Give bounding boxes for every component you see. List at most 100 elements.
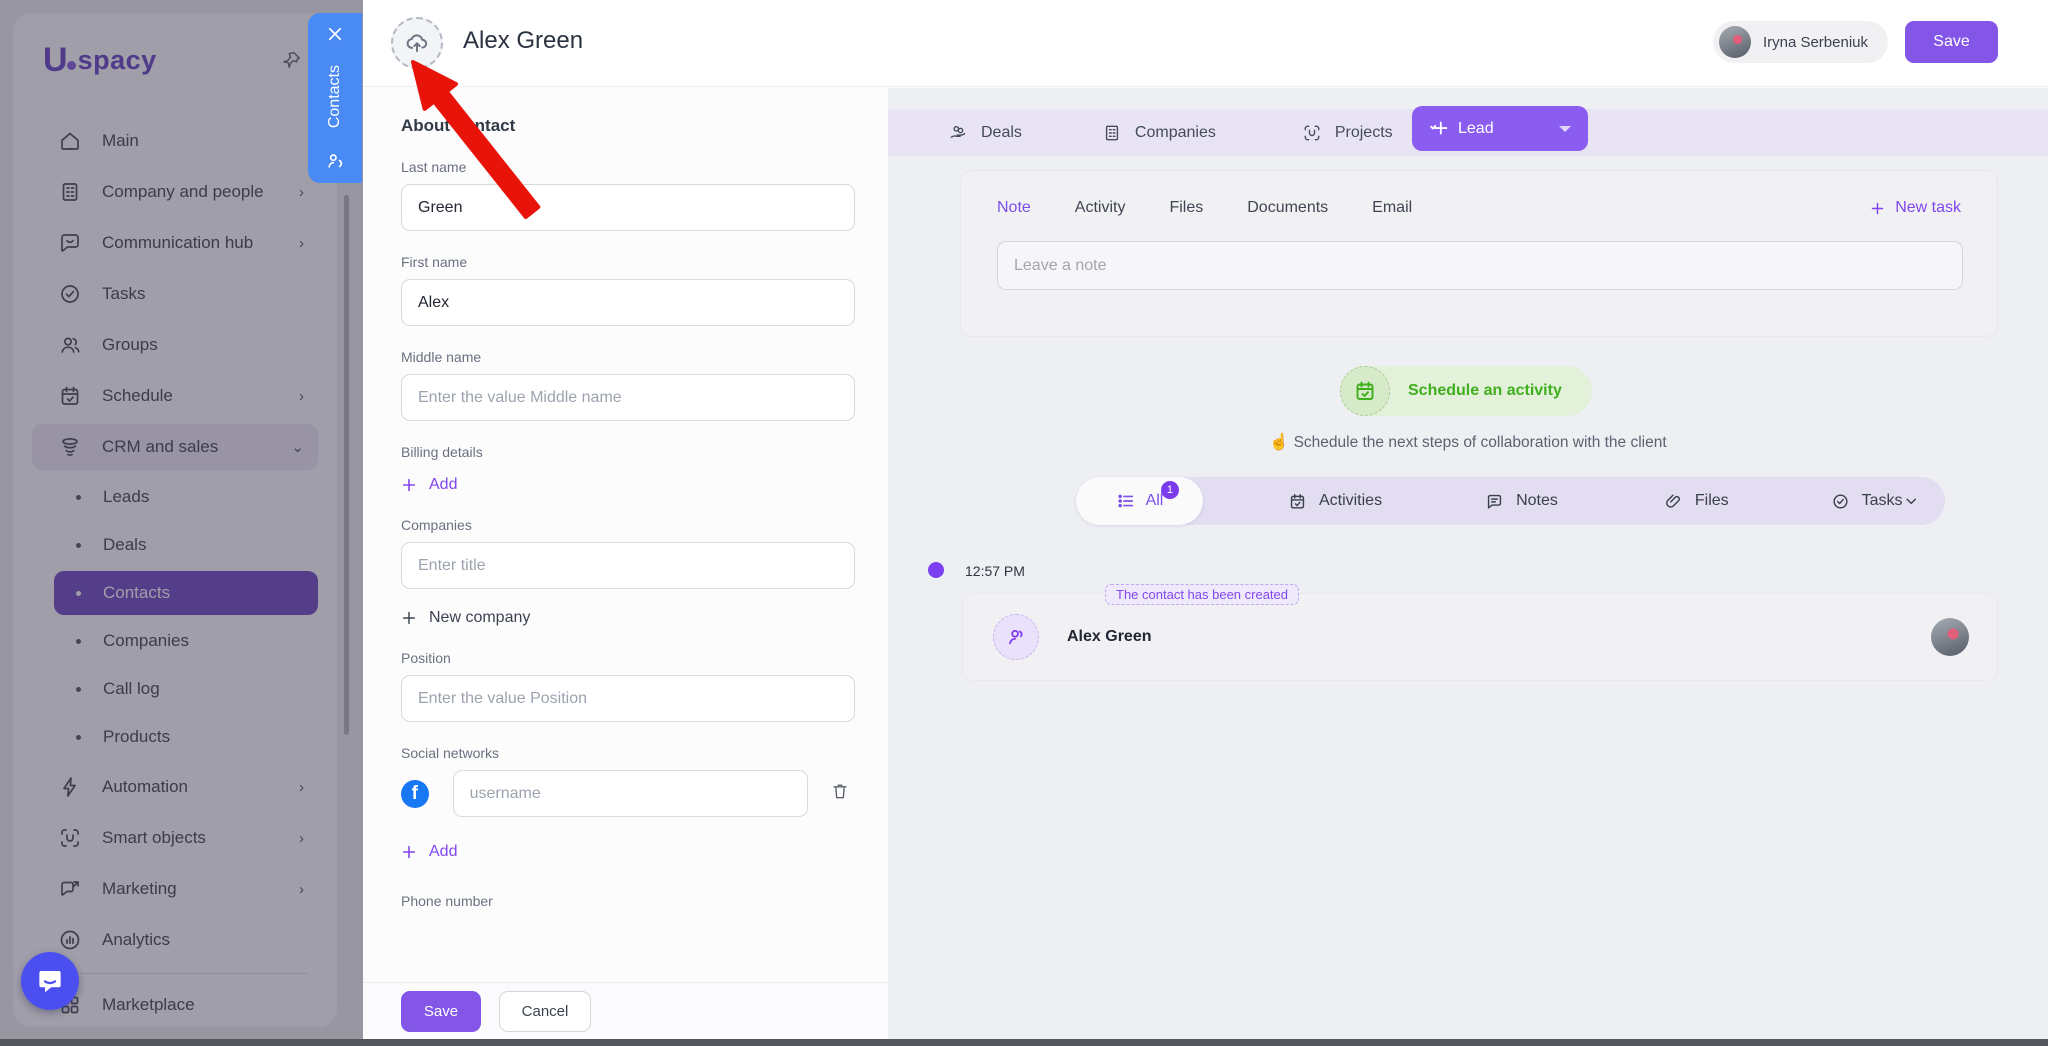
related-entities-strip: Deals Companies Projects Lead [888, 109, 2048, 156]
avatar-upload-button[interactable] [391, 17, 443, 69]
filter-tab-files[interactable]: Files [1664, 492, 1729, 511]
new-task-label: New task [1895, 199, 1961, 217]
close-icon[interactable] [326, 25, 344, 43]
add-billing-button[interactable]: Add [401, 476, 850, 494]
trash-icon [830, 781, 850, 801]
composer-tab-files[interactable]: Files [1169, 199, 1203, 217]
note-composer-card: Note Activity Files Documents Email New … [960, 170, 1998, 337]
tab-deals[interactable]: Deals [948, 123, 1022, 143]
projects-icon [1302, 123, 1322, 143]
delete-social-button[interactable] [830, 781, 850, 806]
billing-details-label: Billing details [401, 444, 850, 460]
calendar-check-circle [1340, 366, 1390, 416]
panel-topbar: Alex Green Iryna Serbeniuk Save [363, 0, 2048, 87]
calendar-icon [1288, 492, 1307, 511]
companies-field[interactable] [401, 542, 855, 589]
note-bubble-icon [1485, 492, 1504, 511]
contact-form: About contact Last name First name Middl… [363, 88, 888, 1040]
first-name-field[interactable] [401, 279, 855, 326]
form-cancel-button[interactable]: Cancel [499, 991, 591, 1032]
composer-tab-documents[interactable]: Documents [1247, 199, 1328, 217]
plus-icon [401, 844, 417, 860]
contacts-slideout-tab[interactable]: Contacts [308, 13, 362, 183]
filter-all-label: All [1146, 492, 1164, 510]
lead-button[interactable]: Lead [1412, 106, 1588, 151]
event-type-badge: The contact has been created [1105, 584, 1299, 605]
all-count-badge: 1 [1161, 481, 1179, 499]
composer-tab-note[interactable]: Note [997, 199, 1031, 217]
tab-projects[interactable]: Projects [1302, 123, 1393, 143]
timeline-filter-bar: All 1 Activities Notes Files Tasks [1076, 477, 1945, 525]
phone-number-label: Phone number [401, 893, 850, 909]
add-social-label: Add [429, 843, 457, 861]
current-user-chip[interactable]: Iryna Serbeniuk [1713, 21, 1888, 63]
form-save-button[interactable]: Save [401, 991, 481, 1032]
building-icon [1102, 123, 1122, 143]
tab-companies[interactable]: Companies [1102, 123, 1216, 143]
middle-name-label: Middle name [401, 349, 850, 365]
plus-icon [401, 610, 417, 626]
composer-tab-activity[interactable]: Activity [1075, 199, 1126, 217]
middle-name-field[interactable] [401, 374, 855, 421]
save-button[interactable]: Save [1905, 21, 1998, 63]
last-name-field[interactable] [401, 184, 855, 231]
filter-activities-label: Activities [1319, 492, 1382, 510]
timeline-dot [928, 562, 944, 578]
event-author-avatar [1931, 618, 1969, 656]
tab-projects-label: Projects [1335, 124, 1393, 142]
tab-companies-label: Companies [1135, 124, 1216, 142]
schedule-hint: ☝ Schedule the next steps of collaborati… [888, 432, 2048, 452]
lead-dropdown-caret[interactable] [1558, 124, 1572, 134]
filter-tab-tasks[interactable]: Tasks [1831, 492, 1903, 511]
user-avatar [1719, 26, 1751, 58]
contact-panel: Alex Green Iryna Serbeniuk Save About co… [363, 0, 2048, 1040]
page-title: Alex Green [463, 27, 583, 55]
timeline-time: 12:57 PM [965, 563, 1025, 579]
event-contact-name: Alex Green [1067, 628, 1151, 646]
list-icon [1116, 491, 1136, 511]
filter-collapse-chevron[interactable] [1903, 492, 1919, 510]
pointing-hand-emoji: ☝ [1269, 434, 1289, 451]
filter-tasks-label: Tasks [1862, 492, 1903, 510]
schedule-hint-text: Schedule the next steps of collaboration… [1294, 434, 1667, 451]
new-task-button[interactable]: New task [1870, 199, 1961, 217]
form-heading: About contact [401, 116, 850, 136]
user-name: Iryna Serbeniuk [1763, 34, 1868, 51]
leave-note-input[interactable] [997, 241, 1963, 290]
calendar-check-icon [1353, 379, 1377, 403]
slideout-tab-label: Contacts [326, 65, 344, 128]
filter-notes-label: Notes [1516, 492, 1558, 510]
new-company-button[interactable]: New company [401, 609, 850, 627]
schedule-activity-label: Schedule an activity [1408, 382, 1562, 400]
new-company-label: New company [429, 609, 530, 627]
lead-button-label: Lead [1458, 120, 1494, 138]
facebook-icon: f [401, 780, 429, 808]
deals-icon [948, 123, 968, 143]
app-root: U spacy Main Company and people › Commun… [0, 0, 2048, 1046]
position-field[interactable] [401, 675, 855, 722]
position-label: Position [401, 650, 850, 666]
window-bottom-edge [0, 1039, 2048, 1046]
plus-icon [401, 477, 417, 493]
contact-search-icon [325, 151, 345, 171]
filter-tab-notes[interactable]: Notes [1485, 492, 1558, 511]
composer-tab-email[interactable]: Email [1372, 199, 1412, 217]
contact-person-chip [993, 614, 1039, 660]
timeline-event-card[interactable]: The contact has been created Alex Green [962, 593, 1998, 681]
check-plus-icon [1428, 118, 1450, 140]
filter-tab-activities[interactable]: Activities [1288, 492, 1382, 511]
companies-label: Companies [401, 517, 850, 533]
schedule-activity-button[interactable]: Schedule an activity [1340, 366, 1592, 416]
activity-panel: Deals Companies Projects Lead [888, 88, 2048, 1040]
form-footer: Save Cancel [363, 982, 888, 1040]
social-networks-label: Social networks [401, 745, 850, 761]
last-name-label: Last name [401, 159, 850, 175]
support-chat-button[interactable] [21, 952, 79, 1010]
first-name-label: First name [401, 254, 850, 270]
add-social-button[interactable]: Add [401, 843, 850, 861]
social-username-field[interactable] [453, 770, 808, 817]
chat-widget-icon [35, 966, 65, 996]
filter-tab-all[interactable]: All 1 [1076, 477, 1203, 525]
cloud-upload-icon [404, 30, 430, 56]
check-circle-icon [1831, 492, 1850, 511]
